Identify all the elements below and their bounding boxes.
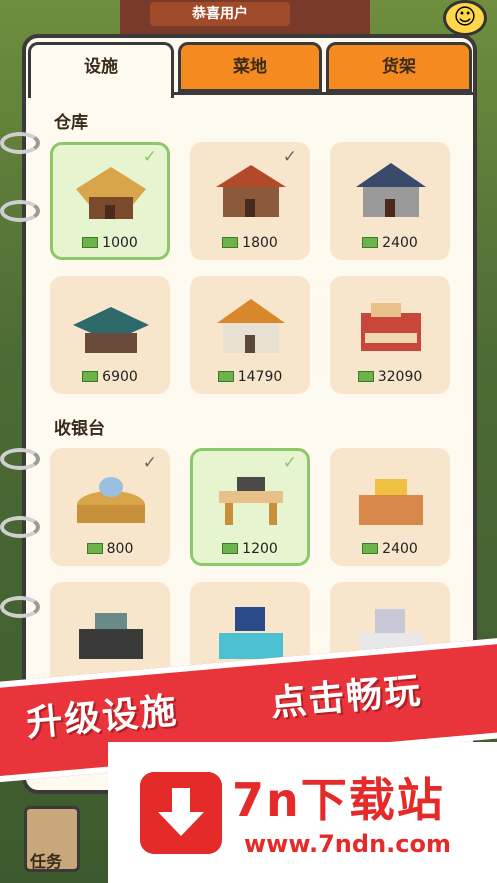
shop-building-icon (361, 303, 421, 351)
watermark-url: www.7ndn.com (244, 830, 451, 858)
cash-icon (362, 237, 379, 248)
pos-terminal-icon (219, 607, 283, 659)
cashier-card-3[interactable]: 2400 (330, 448, 450, 566)
price-label: 14790 (193, 369, 307, 385)
stone-house-icon (356, 163, 426, 217)
thatched-hut-icon (76, 167, 146, 219)
warehouse-card-6[interactable]: 32090 (330, 276, 450, 394)
price-label: 2400 (333, 235, 447, 251)
cash-icon (357, 371, 374, 382)
stump-scale-icon (77, 477, 145, 523)
warehouse-card-1[interactable]: ✓ 1000 (50, 142, 170, 260)
ring-binder (0, 200, 40, 222)
wooden-house-icon (216, 165, 286, 217)
cash-icon (222, 543, 239, 554)
tab-bar: 设施 菜地 货架 (26, 38, 473, 98)
cash-icon (217, 371, 234, 382)
cashier-card-2[interactable]: ✓ 1200 (190, 448, 310, 566)
ring-binder (0, 516, 40, 538)
counter-register-icon (359, 479, 423, 525)
black-counter-icon (79, 613, 143, 659)
warehouse-card-5[interactable]: 14790 (190, 276, 310, 394)
warehouse-card-2[interactable]: ✓ 1800 (190, 142, 310, 260)
price-label: 1800 (193, 235, 307, 251)
ring-binder (0, 132, 40, 154)
task-label: 任务 (30, 852, 63, 871)
tab-shelves[interactable]: 货架 (326, 42, 472, 92)
price-label: 1200 (193, 541, 307, 557)
warehouse-card-4[interactable]: 6900 (50, 276, 170, 394)
wooden-table-register-icon (219, 477, 283, 525)
cashier-card-1[interactable]: ✓ 800 (50, 448, 170, 566)
tab-farmland[interactable]: 菜地 (178, 42, 322, 92)
price-label: 32090 (333, 369, 447, 385)
ring-binder (0, 448, 40, 470)
tab-facilities[interactable]: 设施 (28, 42, 174, 98)
cash-icon (82, 237, 99, 248)
tab-divider (174, 92, 473, 95)
ring-binder (0, 596, 40, 618)
villa-icon (217, 299, 285, 353)
warehouse-card-3[interactable]: 2400 (330, 142, 450, 260)
cash-icon (222, 237, 239, 248)
cash-icon (86, 543, 103, 554)
smile-icon[interactable]: ☺ (443, 0, 487, 36)
price-label: 1000 (53, 235, 167, 251)
section-title-warehouse: 仓库 (54, 113, 88, 133)
price-label: 6900 (53, 369, 167, 385)
teal-roof-house-icon (73, 307, 149, 353)
cash-icon (82, 371, 99, 382)
section-title-cashier: 收银台 (54, 419, 105, 439)
price-label: 2400 (333, 541, 447, 557)
download-arrow-icon (140, 772, 222, 854)
price-label: 800 (53, 541, 167, 557)
congrats-banner: 恭喜用户 (150, 2, 290, 26)
watermark-title: 7n下载站 (232, 773, 445, 827)
cash-icon (362, 543, 379, 554)
